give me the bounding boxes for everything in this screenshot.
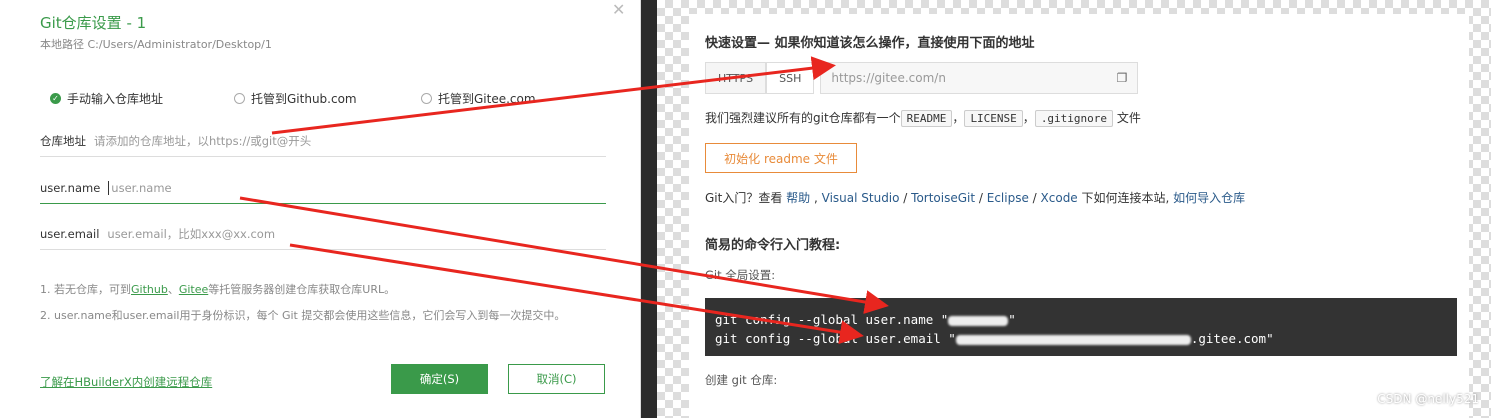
- user-name-input[interactable]: user.name: [108, 181, 172, 195]
- cmd2-text: git config --global user.email ": [715, 331, 956, 346]
- license-code: LICENSE: [964, 110, 1023, 127]
- repo-url-input[interactable]: 请添加的仓库地址，以https://或git@开头: [94, 133, 311, 149]
- separator: /: [1028, 191, 1041, 205]
- note-2: 2. user.name和user.email用于身份标识，每个 Git 提交都…: [40, 309, 566, 322]
- command-user-name: git config --global user.name " ": [715, 310, 1447, 329]
- user-email-label: user.email: [40, 227, 100, 241]
- repo-url-label: 仓库地址: [40, 134, 86, 148]
- dialog-title: Git仓库设置 - 1: [40, 14, 147, 32]
- separator: ,: [810, 191, 822, 205]
- repo-url-text: https://gitee.com/n: [831, 71, 946, 85]
- git-intro-text: Git入门？查看: [705, 191, 787, 205]
- tortoisegit-link[interactable]: TortoiseGit: [911, 191, 975, 205]
- suggest-files-text: 我们强烈建议所有的git仓库都有一个 README， LICENSE， .gitign…: [705, 109, 1141, 127]
- repo-url-display[interactable]: https://gitee.com/n ❐: [820, 62, 1139, 94]
- import-repo-link[interactable]: 如何导入仓库: [1173, 191, 1245, 205]
- radio-gitee[interactable]: 托管到Gitee.com: [421, 90, 536, 107]
- comma: ，: [1022, 111, 1035, 125]
- repo-url-field[interactable]: 仓库地址 请添加的仓库地址，以https://或git@开头: [40, 126, 606, 157]
- command-block: git config --global user.name " " git con…: [705, 298, 1457, 356]
- eclipse-link[interactable]: Eclipse: [987, 191, 1029, 205]
- ssh-tab[interactable]: SSH: [766, 62, 815, 94]
- ok-button[interactable]: 确定(S): [391, 364, 488, 394]
- note-1-prefix: 1. 若无仓库，可到: [40, 283, 131, 296]
- learn-remote-link[interactable]: 了解在HBuilderX内创建远程仓库: [40, 374, 212, 390]
- redacted-email: [955, 334, 1191, 345]
- cancel-button[interactable]: 取消(C): [508, 364, 605, 394]
- radio-gitee-label: 托管到Gitee.com: [438, 92, 536, 106]
- cmd1-text: git config --global user.name ": [715, 312, 949, 327]
- suggest-prefix: 我们强烈建议所有的git仓库都有一个: [705, 111, 901, 125]
- close-icon[interactable]: ✕: [612, 0, 625, 19]
- quick-setup-heading: 快速设置— 如果你知道该怎么操作，直接使用下面的地址: [705, 36, 1035, 51]
- window-divider: [641, 0, 657, 418]
- note-1-suffix: 等托管服务器创建仓库获取仓库URL。: [208, 283, 396, 296]
- cmd1-end: ": [1008, 312, 1016, 327]
- radio-manual[interactable]: ✓ 手动输入仓库地址: [50, 90, 163, 107]
- git-intro-links: Git入门？查看 帮助 , Visual Studio / TortoiseGi…: [705, 189, 1245, 206]
- radio-manual-label: 手动输入仓库地址: [67, 92, 164, 106]
- copy-icon[interactable]: ❐: [1117, 71, 1128, 85]
- radio-github-label: 托管到Github.com: [251, 92, 357, 106]
- user-email-field[interactable]: user.email user.email，比如xxx@xx.com: [40, 219, 606, 250]
- suggest-suffix: 文件: [1116, 111, 1141, 125]
- readme-code: README: [900, 110, 953, 127]
- github-link[interactable]: Github: [131, 283, 168, 296]
- gitee-link[interactable]: Gitee: [179, 283, 208, 296]
- help-link[interactable]: 帮助: [786, 191, 810, 205]
- git-settings-dialog: Git仓库设置 - 1 本地路径 C:/Users/Administrator/…: [0, 0, 641, 418]
- url-bar: HTTPS SSH https://gitee.com/n ❐: [705, 62, 1139, 94]
- user-name-field[interactable]: user.name user.name: [40, 173, 606, 204]
- visual-studio-link[interactable]: Visual Studio: [822, 191, 900, 205]
- command-user-email: git config --global user.email " .gitee.c…: [715, 329, 1447, 348]
- comma: ，: [952, 111, 965, 125]
- local-path: 本地路径 C:/Users/Administrator/Desktop/1: [40, 38, 272, 51]
- check-circle-icon: ✓: [50, 93, 61, 104]
- radio-circle-icon: [234, 93, 245, 104]
- redacted-name: [948, 315, 1009, 326]
- gitignore-code: .gitignore: [1034, 110, 1114, 127]
- watermark: CSDN @nelly521: [1377, 392, 1479, 406]
- connect-text: 下如何连接本站,: [1077, 191, 1174, 205]
- cmd2-end: .gitee.com": [1190, 331, 1274, 346]
- radio-circle-icon: [421, 93, 432, 104]
- tutorial-heading: 简易的命令行入门教程:: [705, 238, 841, 253]
- user-name-label: user.name: [40, 181, 101, 195]
- init-readme-button[interactable]: 初始化 readme 文件: [705, 143, 857, 173]
- global-setup-label: Git 全局设置:: [705, 268, 776, 282]
- radio-github[interactable]: 托管到Github.com: [234, 90, 357, 107]
- note-1: 1. 若无仓库，可到Github、Gitee等托管服务器创建仓库获取仓库URL。: [40, 281, 395, 297]
- https-tab[interactable]: HTTPS: [705, 62, 767, 94]
- xcode-link[interactable]: Xcode: [1041, 191, 1078, 205]
- note-1-sep: 、: [167, 283, 179, 296]
- separator: /: [975, 191, 987, 205]
- gitee-quick-setup-panel: 快速设置— 如果你知道该怎么操作，直接使用下面的地址 HTTPS SSH htt…: [689, 14, 1469, 418]
- user-email-input[interactable]: user.email，比如xxx@xx.com: [107, 226, 275, 242]
- separator: /: [899, 191, 912, 205]
- create-repo-label: 创建 git 仓库:: [705, 373, 778, 387]
